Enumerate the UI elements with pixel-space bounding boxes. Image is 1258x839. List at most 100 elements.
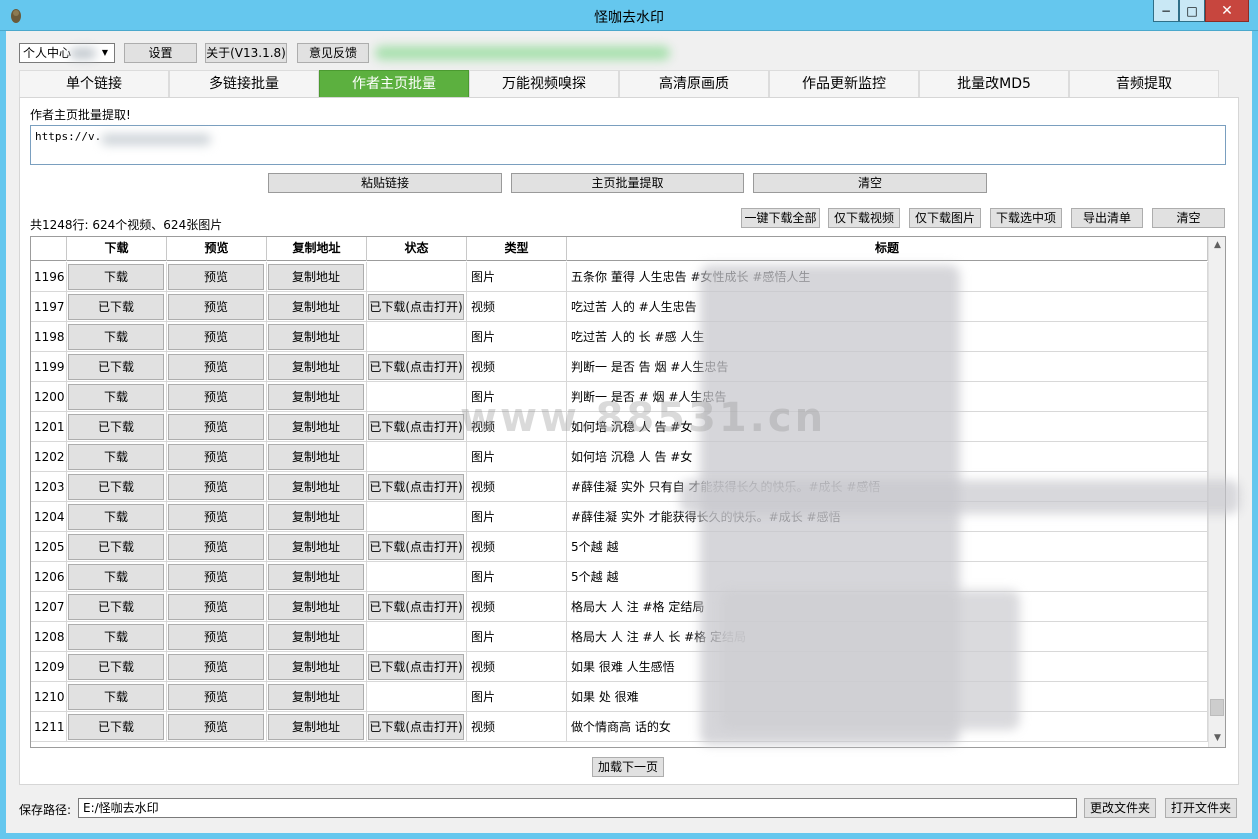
tab-batch-md5[interactable]: 批量改MD5 <box>919 70 1069 97</box>
change-folder-button[interactable]: 更改文件夹 <box>1084 798 1156 818</box>
load-next-page-button[interactable]: 加载下一页 <box>592 757 664 777</box>
download-image-only-button[interactable]: 仅下载图片 <box>909 208 981 228</box>
preview-button[interactable]: 预览 <box>168 684 264 710</box>
download-button[interactable]: 下载 <box>68 324 164 350</box>
url-input[interactable]: https://v. <box>30 125 1226 165</box>
table-row[interactable]: 1211 已下载 预览 复制地址 已下载(点击打开) 视频 做个情商高 话的女 <box>31 712 1208 742</box>
tab-video-sniffer[interactable]: 万能视频嗅探 <box>469 70 619 97</box>
clear-url-button[interactable]: 清空 <box>753 173 987 193</box>
tab-multi-link-batch[interactable]: 多链接批量 <box>169 70 319 97</box>
preview-button[interactable]: 预览 <box>168 324 264 350</box>
minimize-button[interactable]: − <box>1153 0 1179 22</box>
tab-audio-extract[interactable]: 音频提取 <box>1069 70 1219 97</box>
download-button[interactable]: 已下载 <box>68 294 164 320</box>
download-button[interactable]: 下载 <box>68 504 164 530</box>
scroll-up-icon[interactable]: ▲ <box>1209 237 1225 254</box>
tab-hd-quality[interactable]: 高清原画质 <box>619 70 769 97</box>
download-button[interactable]: 下载 <box>68 684 164 710</box>
copy-url-button[interactable]: 复制地址 <box>268 324 364 350</box>
save-path-input[interactable]: E:/怪咖去水印 <box>78 798 1077 818</box>
preview-button[interactable]: 预览 <box>168 504 264 530</box>
download-button[interactable]: 已下载 <box>68 654 164 680</box>
preview-button[interactable]: 预览 <box>168 384 264 410</box>
status-button[interactable]: 已下载(点击打开) <box>368 594 464 620</box>
copy-url-button[interactable]: 复制地址 <box>268 684 364 710</box>
tab-update-monitor[interactable]: 作品更新监控 <box>769 70 919 97</box>
download-button[interactable]: 已下载 <box>68 414 164 440</box>
download-button[interactable]: 已下载 <box>68 474 164 500</box>
download-button[interactable]: 下载 <box>68 264 164 290</box>
profile-select[interactable]: 个人中心 ▼ <box>19 43 115 63</box>
preview-button[interactable]: 预览 <box>168 354 264 380</box>
table-row[interactable]: 1196 下载 预览 复制地址 图片 五条你 董得 人生忠告 #女性成长 #感悟人生 <box>31 262 1208 292</box>
table-row[interactable]: 1210 下载 预览 复制地址 图片 如果 处 很难 <box>31 682 1208 712</box>
scroll-thumb[interactable] <box>1210 699 1224 716</box>
table-row[interactable]: 1205 已下载 预览 复制地址 已下载(点击打开) 视频 5个越 越 <box>31 532 1208 562</box>
table-row[interactable]: 1201 已下载 预览 复制地址 已下载(点击打开) 视频 如何培 沉稳 人 告 #女 <box>31 412 1208 442</box>
scroll-down-icon[interactable]: ▼ <box>1209 730 1225 747</box>
preview-button[interactable]: 预览 <box>168 624 264 650</box>
preview-button[interactable]: 预览 <box>168 714 264 740</box>
download-button[interactable]: 下载 <box>68 564 164 590</box>
copy-url-button[interactable]: 复制地址 <box>268 504 364 530</box>
paste-link-button[interactable]: 粘贴链接 <box>268 173 502 193</box>
preview-button[interactable]: 预览 <box>168 414 264 440</box>
preview-button[interactable]: 预览 <box>168 474 264 500</box>
status-button[interactable]: 已下载(点击打开) <box>368 534 464 560</box>
tab-single-link[interactable]: 单个链接 <box>19 70 169 97</box>
copy-url-button[interactable]: 复制地址 <box>268 654 364 680</box>
download-video-only-button[interactable]: 仅下载视频 <box>828 208 900 228</box>
copy-url-button[interactable]: 复制地址 <box>268 294 364 320</box>
table-row[interactable]: 1198 下载 预览 复制地址 图片 吃过苦 人的 长 #感 人生 <box>31 322 1208 352</box>
download-button[interactable]: 已下载 <box>68 594 164 620</box>
status-button[interactable]: 已下载(点击打开) <box>368 414 464 440</box>
batch-extract-button[interactable]: 主页批量提取 <box>511 173 744 193</box>
preview-button[interactable]: 预览 <box>168 594 264 620</box>
table-row[interactable]: 1206 下载 预览 复制地址 图片 5个越 越 <box>31 562 1208 592</box>
copy-url-button[interactable]: 复制地址 <box>268 714 364 740</box>
download-all-button[interactable]: 一键下载全部 <box>741 208 820 228</box>
table-row[interactable]: 1199 已下载 预览 复制地址 已下载(点击打开) 视频 判断一 是否 告 烟 #人生忠告 <box>31 352 1208 382</box>
download-button[interactable]: 已下载 <box>68 534 164 560</box>
export-list-button[interactable]: 导出清单 <box>1071 208 1143 228</box>
status-button[interactable]: 已下载(点击打开) <box>368 354 464 380</box>
copy-url-button[interactable]: 复制地址 <box>268 564 364 590</box>
preview-button[interactable]: 预览 <box>168 294 264 320</box>
about-button[interactable]: 关于(V13.1.8) <box>205 43 287 63</box>
copy-url-button[interactable]: 复制地址 <box>268 594 364 620</box>
status-button[interactable]: 已下载(点击打开) <box>368 714 464 740</box>
copy-url-button[interactable]: 复制地址 <box>268 414 364 440</box>
copy-url-button[interactable]: 复制地址 <box>268 384 364 410</box>
status-button[interactable]: 已下载(点击打开) <box>368 654 464 680</box>
open-folder-button[interactable]: 打开文件夹 <box>1165 798 1237 818</box>
status-button[interactable]: 已下载(点击打开) <box>368 294 464 320</box>
download-button[interactable]: 下载 <box>68 384 164 410</box>
preview-button[interactable]: 预览 <box>168 654 264 680</box>
clear-list-button[interactable]: 清空 <box>1152 208 1225 228</box>
download-selected-button[interactable]: 下载选中项 <box>990 208 1062 228</box>
download-button[interactable]: 已下载 <box>68 354 164 380</box>
copy-url-button[interactable]: 复制地址 <box>268 534 364 560</box>
tab-author-homepage-batch[interactable]: 作者主页批量 <box>319 70 469 97</box>
copy-url-button[interactable]: 复制地址 <box>268 474 364 500</box>
download-button[interactable]: 已下载 <box>68 714 164 740</box>
preview-button[interactable]: 预览 <box>168 444 264 470</box>
status-button[interactable]: 已下载(点击打开) <box>368 474 464 500</box>
copy-url-button[interactable]: 复制地址 <box>268 264 364 290</box>
table-row[interactable]: 1208 下载 预览 复制地址 图片 格局大 人 注 #人 长 #格 定结局 <box>31 622 1208 652</box>
chevron-down-icon[interactable]: ▼ <box>98 45 112 61</box>
copy-url-button[interactable]: 复制地址 <box>268 444 364 470</box>
table-row[interactable]: 1207 已下载 预览 复制地址 已下载(点击打开) 视频 格局大 人 注 #格 定结局 <box>31 592 1208 622</box>
table-row[interactable]: 1197 已下载 预览 复制地址 已下载(点击打开) 视频 吃过苦 人的 #人生忠告 <box>31 292 1208 322</box>
copy-url-button[interactable]: 复制地址 <box>268 624 364 650</box>
table-row[interactable]: 1200 下载 预览 复制地址 图片 判断一 是否 # 烟 #人生忠告 <box>31 382 1208 412</box>
preview-button[interactable]: 预览 <box>168 564 264 590</box>
preview-button[interactable]: 预览 <box>168 264 264 290</box>
feedback-button[interactable]: 意见反馈 <box>297 43 369 63</box>
preview-button[interactable]: 预览 <box>168 534 264 560</box>
settings-button[interactable]: 设置 <box>124 43 197 63</box>
copy-url-button[interactable]: 复制地址 <box>268 354 364 380</box>
download-button[interactable]: 下载 <box>68 444 164 470</box>
download-button[interactable]: 下载 <box>68 624 164 650</box>
maximize-button[interactable]: □ <box>1179 0 1205 22</box>
